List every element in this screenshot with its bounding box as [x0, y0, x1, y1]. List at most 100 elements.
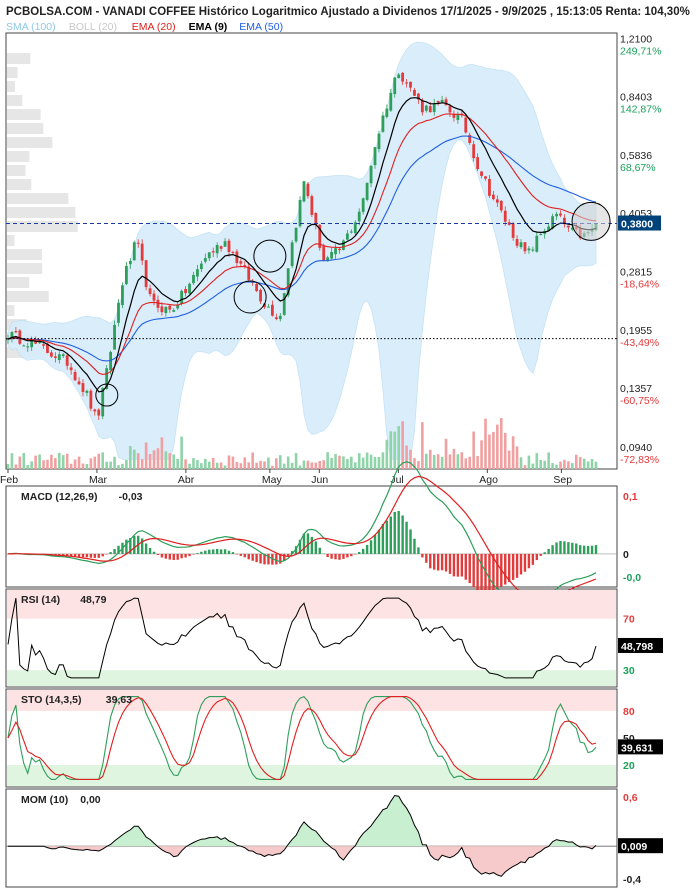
- volume-bar: [180, 436, 183, 469]
- macd-histogram-bar: [361, 548, 365, 554]
- candle-body: [428, 106, 432, 113]
- volume-bar: [440, 456, 444, 469]
- macd-histogram-bar: [176, 553, 179, 560]
- volume-bar: [432, 455, 436, 469]
- volume-bar: [26, 465, 30, 469]
- macd-histogram-bar: [413, 538, 416, 554]
- volume-bar: [559, 461, 562, 469]
- candle-body: [128, 260, 132, 265]
- macd-histogram-bar: [507, 553, 511, 582]
- volume-bar: [42, 460, 45, 469]
- volume-bar: [397, 426, 400, 469]
- candle-body: [523, 242, 527, 252]
- overbought-zone: [7, 690, 616, 711]
- volume-bar: [290, 462, 294, 469]
- macd-histogram-bar: [515, 553, 519, 578]
- volume-profile-bar: [7, 123, 44, 134]
- candle-body: [306, 183, 310, 197]
- indicator-last-label: 0,009: [621, 841, 647, 853]
- indicator-tick-label: 80: [623, 706, 635, 718]
- indicator-last-label: 39,631: [621, 742, 653, 754]
- macd-histogram-bar: [192, 553, 195, 555]
- macd-histogram-bar: [334, 553, 337, 560]
- candle-body: [81, 383, 85, 392]
- macd-histogram-bar: [314, 541, 318, 554]
- macd-histogram-bar: [160, 553, 164, 558]
- volume-bar: [176, 458, 179, 469]
- volume-bar: [105, 461, 108, 469]
- volume-profile-bar: [7, 277, 30, 288]
- oversold-zone: [7, 765, 616, 786]
- candle-body: [199, 263, 203, 270]
- volume-bar: [46, 459, 49, 469]
- volume-profile-bar: [7, 207, 76, 218]
- volume-bar: [468, 456, 472, 469]
- candle-body: [65, 355, 69, 366]
- volume-bar: [34, 455, 37, 469]
- volume-bar: [452, 448, 456, 469]
- indicator-tick-label: -0,0: [623, 572, 641, 584]
- indicator-tick-label: 0: [623, 549, 629, 561]
- price-tick-label: 0,1357: [620, 383, 652, 395]
- volume-bar: [563, 459, 566, 469]
- candle-body: [207, 252, 211, 259]
- mom-panel: MOM (10) 0,00 0,6 -0,4 0,009: [6, 792, 663, 886]
- macd-histogram-bar: [219, 549, 223, 554]
- candle-body: [85, 390, 89, 393]
- volume-bar: [259, 460, 262, 469]
- candle-body: [26, 346, 30, 348]
- volume-bar: [567, 461, 570, 469]
- candle-body: [215, 244, 219, 254]
- candle-body: [515, 238, 519, 246]
- volume-bar: [30, 461, 33, 469]
- volume-bar: [496, 424, 499, 469]
- volume-bar: [101, 452, 105, 469]
- volume-bar: [144, 442, 148, 469]
- candle-body: [14, 331, 18, 333]
- volume-bar: [428, 449, 432, 469]
- pct-tick-label: -60,75%: [620, 395, 659, 407]
- volume-bar: [85, 463, 89, 469]
- macd-histogram-bar: [571, 542, 574, 554]
- macd-histogram-bar: [350, 553, 353, 557]
- candle-body: [405, 82, 408, 84]
- volume-profile-bar: [7, 179, 32, 190]
- candle-body: [566, 225, 570, 228]
- candle-body: [274, 317, 278, 319]
- candle-body: [357, 211, 361, 222]
- volume-bar: [334, 453, 337, 469]
- volume-bar: [586, 461, 590, 469]
- macd-histogram-bar: [215, 548, 219, 554]
- macd-histogram-bar: [547, 548, 550, 554]
- candle-body: [420, 100, 424, 113]
- candle-body: [377, 133, 381, 150]
- candle-body: [480, 171, 483, 176]
- macd-histogram-bar: [531, 553, 535, 565]
- volume-bar: [109, 461, 112, 469]
- indicator-title: STO (14,3,5): [21, 694, 82, 706]
- candle-body: [164, 306, 168, 314]
- candle-body: [539, 233, 543, 235]
- candle-body: [152, 293, 156, 301]
- date-label: Abr: [178, 474, 195, 486]
- macd-histogram-bar: [523, 553, 527, 572]
- volume-bar: [306, 460, 310, 469]
- volume-bar: [14, 464, 18, 469]
- macd-histogram-bar: [590, 545, 594, 554]
- volume-bar: [152, 450, 156, 469]
- macd-histogram-bar: [535, 553, 539, 561]
- volume-bar: [231, 456, 235, 469]
- macd-histogram-bar: [243, 553, 246, 558]
- candle-body: [302, 181, 306, 202]
- candle-body: [196, 269, 199, 277]
- volume-profile-bar: [7, 137, 53, 148]
- candle-body: [223, 241, 227, 247]
- macd-histogram-bar: [168, 553, 171, 560]
- candle-body: [330, 251, 333, 259]
- volume-bar: [298, 465, 302, 469]
- candle-body: [211, 251, 215, 253]
- volume-bar: [117, 465, 120, 469]
- volume-profile-bar: [7, 81, 15, 92]
- candle-body: [180, 290, 184, 305]
- volume-bar: [207, 461, 211, 469]
